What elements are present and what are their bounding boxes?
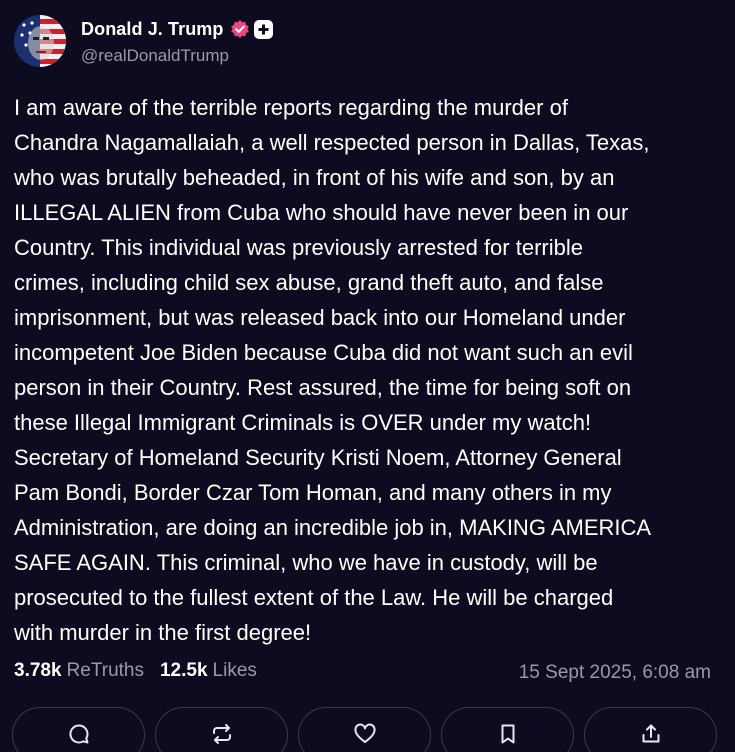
likes-count: 12.5k	[159, 660, 208, 681]
plus-badge-icon	[253, 19, 273, 39]
bookmark-icon	[501, 724, 514, 744]
post-card: Donald J. Trump @realDonaldTrump I am aw…	[0, 0, 735, 752]
retruths-label: ReTruths	[66, 660, 144, 681]
retruths-stat[interactable]: 3.78k ReTruths	[14, 660, 144, 682]
share-icon	[642, 724, 659, 743]
likes-label: Likes	[212, 660, 257, 681]
share-button[interactable]	[584, 707, 717, 752]
heart-icon	[353, 723, 376, 743]
action-bar	[12, 707, 727, 752]
post-stats: 3.78k ReTruths 12.5k Likes	[14, 660, 273, 682]
bookmark-button[interactable]	[441, 707, 574, 752]
comment-button[interactable]	[12, 707, 145, 752]
retruth-button[interactable]	[155, 707, 288, 752]
avatar[interactable]	[14, 15, 66, 67]
author-display-name[interactable]: Donald J. Trump	[81, 19, 224, 40]
author-handle[interactable]: @realDonaldTrump	[81, 46, 229, 66]
comment-icon	[69, 724, 88, 744]
author-name-row: Donald J. Trump	[81, 16, 273, 42]
likes-stat[interactable]: 12.5k Likes	[160, 660, 257, 682]
post-timestamp[interactable]: 15 Sept 2025, 6:08 am	[519, 662, 711, 684]
verified-badge-icon	[230, 20, 249, 38]
post-body-text: I am aware of the terrible reports regar…	[14, 95, 652, 645]
retruths-count: 3.78k	[14, 660, 62, 681]
retruth-icon	[212, 724, 231, 744]
like-button[interactable]	[298, 707, 431, 752]
avatar-image	[14, 15, 66, 67]
